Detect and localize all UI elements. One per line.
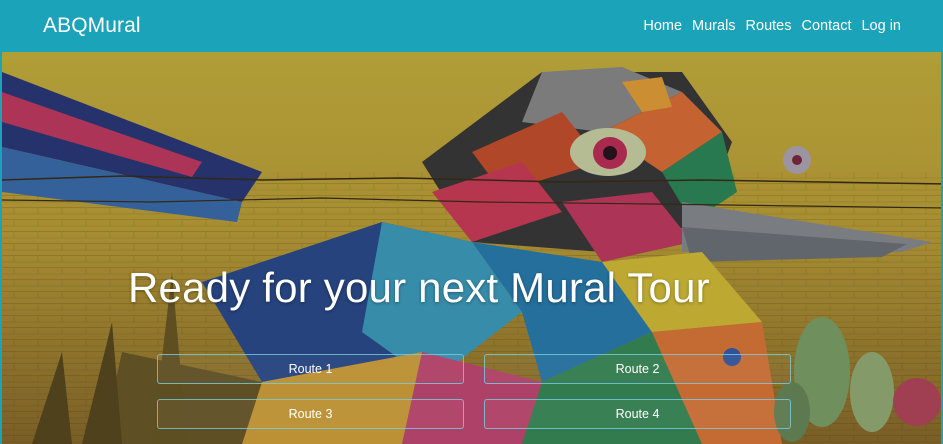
nav-link-contact[interactable]: Contact [802,18,852,34]
hero-section: Ready for your next Mural Tour Route 1 R… [0,52,943,444]
page: ABQMural Home Murals Routes Contact Log … [0,0,943,444]
nav-link-murals[interactable]: Murals [692,18,736,34]
route-3-button[interactable]: Route 3 [157,399,464,429]
nav-link-login[interactable]: Log in [861,18,901,34]
nav-link-routes[interactable]: Routes [746,18,792,34]
route-2-button[interactable]: Route 2 [484,354,791,384]
nav-link-home[interactable]: Home [643,18,682,34]
route-4-button[interactable]: Route 4 [484,399,791,429]
hero-overlay [2,52,941,444]
route-1-button[interactable]: Route 1 [157,354,464,384]
nav-links: Home Murals Routes Contact Log in [643,18,901,34]
brand-logo[interactable]: ABQMural [43,14,141,38]
navbar: ABQMural Home Murals Routes Contact Log … [0,0,943,52]
hero-title: Ready for your next Mural Tour [128,264,710,311]
